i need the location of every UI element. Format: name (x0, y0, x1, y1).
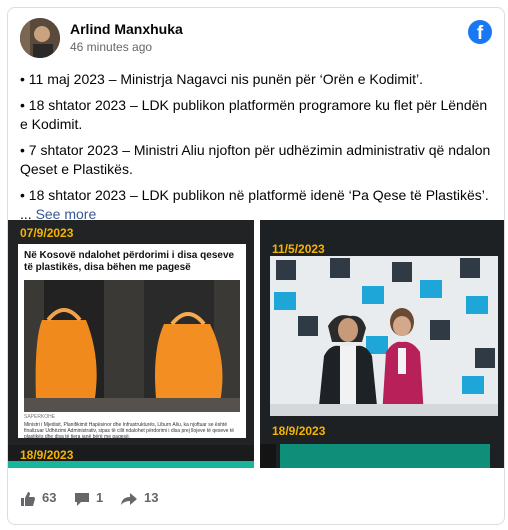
news-article-box: Në Kosovë ndalohet përdorimi i disa qese… (18, 244, 246, 440)
post-line: • 11 maj 2023 – Ministrja Nagavci nis pu… (20, 71, 424, 87)
image-date-bottom: 18/9/2023 (20, 448, 74, 462)
news-screenshot-image[interactable]: 07/9/2023 Në Kosovë ndalohet përdorimi i… (8, 220, 254, 468)
share-action[interactable]: 13 (120, 490, 158, 507)
stripe (8, 461, 254, 468)
share-count: 13 (144, 490, 159, 505)
facebook-logo-icon: f (468, 20, 492, 44)
source-label: SAPERKOHE (24, 414, 56, 420)
like-icon (21, 491, 35, 506)
post-actions: 63 1 13 (8, 478, 504, 518)
like-action[interactable]: 63 (20, 490, 56, 507)
like-count: 63 (42, 490, 57, 505)
post-text: • 11 maj 2023 – Ministrja Nagavci nis pu… (20, 70, 494, 224)
image-date-top: 11/5/2023 (272, 242, 325, 256)
hour-of-code-photo[interactable]: 11/5/2023 18/9/2023 (260, 220, 504, 468)
post-images: 07/9/2023 Në Kosovë ndalohet përdorimi i… (8, 220, 504, 468)
post-timestamp[interactable]: 46 minutes ago (70, 40, 152, 54)
comment-action[interactable]: 1 (74, 490, 103, 507)
news-caption: Ministri i Mjedisit, Planifikimit Hapësi… (24, 422, 235, 440)
news-headline: Në Kosovë ndalohet përdorimi i disa qese… (24, 250, 235, 273)
post-line: • 18 shtator 2023 – LDK publikon në plat… (20, 187, 489, 203)
avatar[interactable] (20, 18, 60, 58)
comment-icon (75, 492, 89, 506)
event-photo (270, 256, 498, 416)
image-date-top: 07/9/2023 (20, 226, 74, 240)
comment-count: 1 (96, 490, 104, 505)
share-icon (121, 492, 137, 505)
bottom-strip (280, 444, 490, 468)
strip-edge (260, 444, 276, 468)
avatar-image (20, 18, 60, 58)
image-date-bottom: 18/9/2023 (272, 424, 326, 438)
post-line: • 18 shtator 2023 – LDK publikon platfor… (20, 97, 488, 132)
plastic-bags-photo (24, 280, 240, 412)
post-line: • 7 shtator 2023 – Ministri Aliu njofton… (20, 142, 491, 177)
author-name[interactable]: Arlind Manxhuka (70, 21, 183, 37)
post-card: Arlind Manxhuka 46 minutes ago f • 11 ma… (7, 7, 505, 525)
